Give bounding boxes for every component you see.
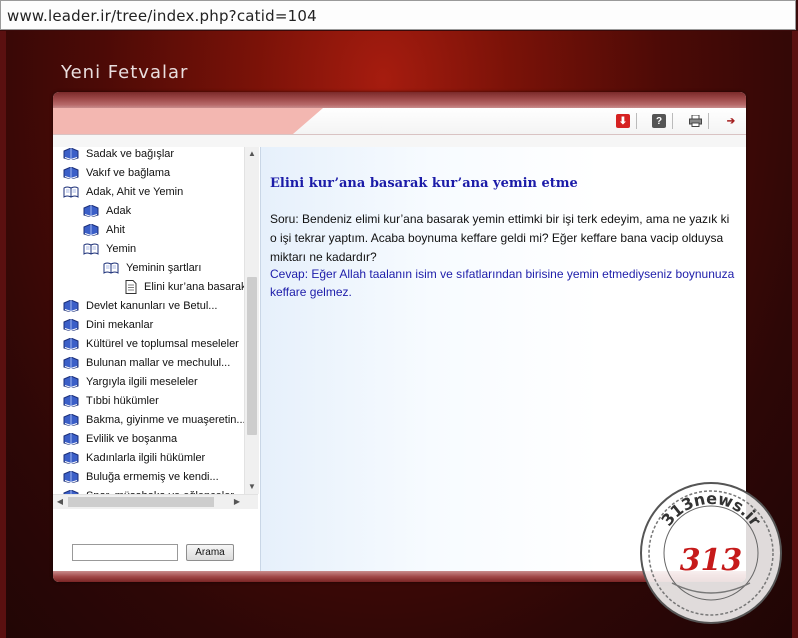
book-closed-icon (63, 414, 79, 426)
tree-item-label: Adak, Ahit ve Yemin (86, 186, 184, 198)
next-icon[interactable]: ➔ (724, 114, 738, 128)
tree-item-label: Elini kur’ana basarak (144, 281, 244, 293)
tree-item-label: Yemin (106, 243, 137, 255)
scroll-up-icon[interactable]: ▲ (245, 147, 259, 161)
tree-item[interactable]: Kadınlarla ilgili hükümler (63, 449, 205, 467)
tree-item-label: Evlilik ve boşanma (86, 433, 178, 445)
tree-item-label: Adak (106, 205, 132, 217)
scroll-down-icon[interactable]: ▼ (245, 480, 259, 494)
tree-item[interactable]: Elini kur’ana basarak (125, 278, 244, 296)
vertical-scroll-thumb[interactable] (247, 277, 257, 435)
page-icon (125, 280, 137, 294)
url-text[interactable]: www.leader.ir/tree/index.php?catid=104 (7, 7, 317, 25)
book-closed-icon (63, 300, 79, 312)
toolbar-separator (708, 113, 709, 129)
tree-item-label: Yeminin şartları (126, 262, 202, 274)
vertical-scrollbar[interactable]: ▲ ▼ (244, 147, 259, 494)
book-closed-icon (63, 452, 79, 464)
help-icon[interactable]: ? (652, 114, 666, 128)
tree-item[interactable]: Yemin (83, 240, 136, 258)
window-frame-right (792, 31, 798, 638)
tree-item[interactable]: Vakıf ve bağlama (63, 164, 170, 182)
tree-item[interactable]: Devlet kanunları ve Betul... (63, 297, 217, 315)
book-closed-icon (83, 205, 99, 217)
toolbar-separator (672, 113, 673, 129)
book-open-icon (83, 243, 99, 255)
search-button[interactable]: Arama (186, 544, 234, 561)
tree-item[interactable]: Adak, Ahit ve Yemin (63, 183, 183, 201)
category-tree: Sadak ve bağışlar Vakıf ve bağlama Adak, A… (53, 147, 244, 494)
tree-item-label: Bulunan mallar ve mechulul... (86, 357, 231, 369)
book-closed-icon (63, 376, 79, 388)
search-input[interactable] (72, 544, 178, 561)
tree-item[interactable]: Adak (83, 202, 131, 220)
tree-item-label: Dini mekanlar (86, 319, 154, 331)
watermark-number: 313 (680, 543, 743, 578)
book-open-icon (103, 262, 119, 274)
tree-item[interactable]: Buluğa ermemiş ve kendi... (63, 468, 219, 486)
tree-item-label: Devlet kanunları ve Betul... (86, 300, 218, 312)
tree-item-label: Bakma, giyinme ve muaşeretin... (86, 414, 244, 426)
address-bar[interactable]: www.leader.ir/tree/index.php?catid=104 (0, 0, 796, 30)
tree-item[interactable]: Dini mekanlar (63, 316, 153, 334)
tree-item-label: Yargıyla ilgili meseleler (86, 376, 198, 388)
toolbar-separator (636, 113, 637, 129)
tree-item[interactable]: Evlilik ve boşanma (63, 430, 177, 448)
book-closed-icon (63, 471, 79, 483)
book-closed-icon (63, 357, 79, 369)
article-answer: Cevap: Eğer Allah taalanın isim ve sıfat… (270, 267, 735, 299)
tree-item-label: Buluğa ermemiş ve kendi... (86, 471, 219, 483)
book-closed-icon (63, 148, 79, 160)
article-question: Soru: Bendeniz elimi kur’ana basarak yem… (270, 212, 730, 264)
book-closed-icon (63, 338, 79, 350)
book-closed-icon (63, 395, 79, 407)
tree-item[interactable]: Bakma, giyinme ve muaşeretin... (63, 411, 244, 429)
tree-item-label: Tıbbi hükümler (86, 395, 159, 407)
tree-item[interactable]: Yargıyla ilgili meseleler (63, 373, 198, 391)
tree-item-label: Ahit (106, 224, 125, 236)
horizontal-scrollbar[interactable]: ◀ ▶ (53, 494, 258, 509)
book-closed-icon (83, 224, 99, 236)
panel-top-bar (53, 92, 746, 108)
toolbar-icons: ⬇ ? ➔ (601, 112, 738, 130)
tree-item[interactable]: Yeminin şartları (103, 259, 201, 277)
tree-item[interactable]: Sadak ve bağışlar (63, 147, 174, 163)
window-frame-left (0, 31, 6, 638)
book-open-icon (63, 186, 79, 198)
book-closed-icon (63, 433, 79, 445)
article-title: Elini kur’ana basarak kur’ana yemin etme (270, 176, 578, 191)
tree-item-label: Sadak ve bağışlar (86, 148, 175, 160)
sidebar: Sadak ve bağışlar Vakıf ve bağlama Adak, A… (53, 147, 260, 571)
save-icon[interactable]: ⬇ (616, 114, 630, 128)
tree-item[interactable]: Kültürel ve toplumsal meseleler (63, 335, 239, 353)
tree-item[interactable]: Spor, müsabaka ve eğlenceler (63, 487, 234, 494)
watermark-seal: 313news.ir 313 (632, 478, 790, 628)
page-title: Yeni Fetvalar (61, 62, 189, 83)
tree-item-label: Vakıf ve bağlama (86, 167, 171, 179)
tree-item[interactable]: Bulunan mallar ve mechulul... (63, 354, 230, 372)
scroll-right-icon[interactable]: ▶ (230, 495, 244, 509)
tree-item[interactable]: Ahit (83, 221, 125, 239)
tree-item-label: Kadınlarla ilgili hükümler (86, 452, 206, 464)
horizontal-scroll-thumb[interactable] (68, 497, 214, 507)
scroll-left-icon[interactable]: ◀ (53, 495, 67, 509)
book-closed-icon (63, 319, 79, 331)
tree-item-label: Kültürel ve toplumsal meseleler (86, 338, 239, 350)
toolbar-tab (53, 108, 323, 134)
tree-item[interactable]: Tıbbi hükümler (63, 392, 159, 410)
print-icon[interactable] (688, 114, 702, 128)
book-closed-icon (63, 167, 79, 179)
